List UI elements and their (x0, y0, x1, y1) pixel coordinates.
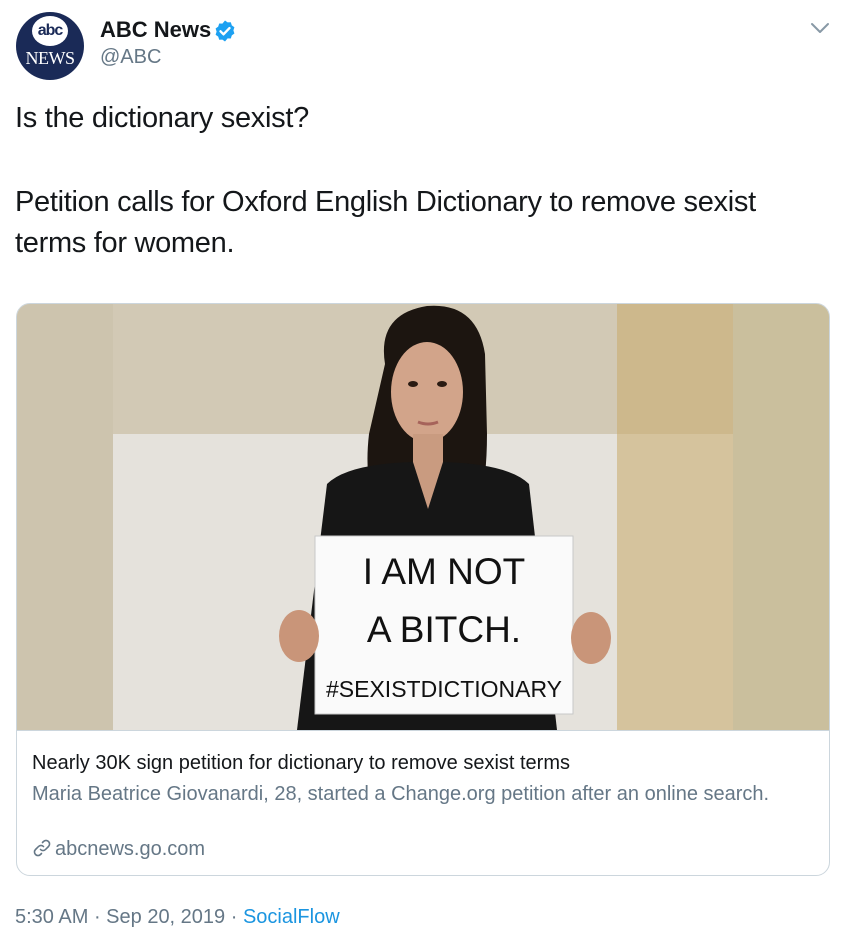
tweet-date[interactable]: Sep 20, 2019 (106, 906, 225, 928)
sign-line-2: A BITCH. (367, 609, 521, 650)
tweet-text: Is the dictionary sexist? Petition calls… (15, 98, 815, 264)
meta-separator: · (225, 906, 243, 928)
card-description: Maria Beatrice Giovanardi, 28, started a… (32, 783, 770, 805)
tweet-time[interactable]: 5:30 AM (15, 906, 88, 928)
tweet-source-link[interactable]: SocialFlow (243, 906, 340, 928)
verified-badge-icon (215, 20, 235, 42)
user-handle[interactable]: @ABC (100, 46, 161, 69)
avatar[interactable]: abc NEWS (16, 12, 84, 80)
tweet-meta: 5:30 AM · Sep 20, 2019 · SocialFlow (15, 904, 340, 930)
display-name[interactable]: ABC News (100, 16, 211, 44)
card-domain-text: abcnews.go.com (55, 838, 206, 860)
link-preview-card[interactable]: I AM NOT A BITCH. #SEXISTDICTIONARY Near… (16, 303, 830, 876)
card-body: Nearly 30K sign petition for dictionary … (17, 730, 829, 860)
meta-separator: · (88, 906, 107, 928)
card-title[interactable]: Nearly 30K sign petition for dictionary … (32, 751, 570, 775)
abc-logo-text: abc (32, 16, 68, 46)
tweet-line-headline: Petition calls for Oxford English Dictio… (15, 186, 756, 259)
sign-line-3: #SEXISTDICTIONARY (326, 676, 562, 702)
news-logo-text: NEWS (25, 48, 76, 68)
card-image: I AM NOT A BITCH. #SEXISTDICTIONARY (17, 304, 829, 730)
sign-line-1: I AM NOT (363, 551, 525, 592)
link-icon (33, 839, 51, 857)
chevron-down-icon[interactable] (806, 14, 834, 42)
card-domain[interactable]: abcnews.go.com (32, 837, 205, 861)
tweet-line-question: Is the dictionary sexist? (15, 102, 309, 134)
